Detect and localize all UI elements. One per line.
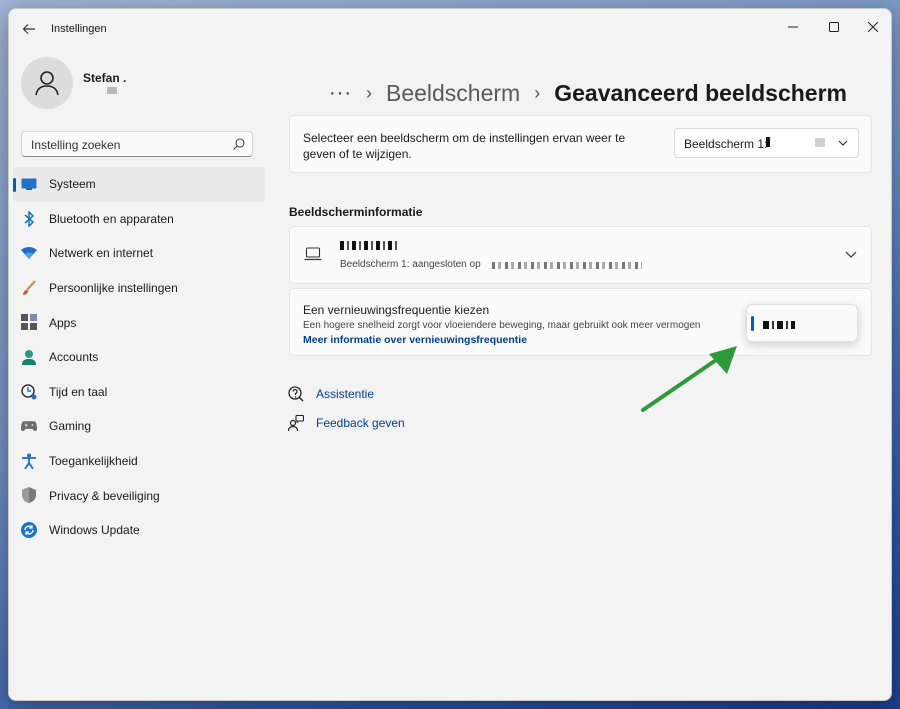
time-language-icon [21, 383, 37, 400]
sidebar-item-label: Apps [49, 315, 77, 330]
sidebar-item-apps[interactable]: Apps [13, 305, 265, 340]
user-email-redacted [107, 87, 117, 94]
title-bar: Instellingen [9, 9, 891, 49]
accessibility-icon [21, 453, 37, 469]
sidebar-item-gaming[interactable]: Gaming [13, 409, 265, 444]
feedback-icon [287, 414, 305, 432]
display-connection-text: Beeldscherm 1: aangesloten op [340, 259, 481, 270]
sidebar-item-tijd-taal[interactable]: Tijd en taal [13, 375, 265, 410]
back-arrow-icon [22, 24, 35, 34]
bluetooth-icon [21, 210, 37, 227]
page-title: Geavanceerd beeldscherm [554, 79, 847, 106]
refresh-rate-title: Een vernieuwingsfrequentie kiezen [303, 303, 490, 317]
chevron-down-icon [838, 140, 848, 146]
settings-window: Instellingen Stefan . Instelling zoeken [8, 8, 892, 701]
search-icon[interactable] [232, 137, 246, 151]
gamepad-icon [21, 418, 37, 434]
sidebar-item-label: Systeem [49, 177, 96, 192]
breadcrumb: ··· › Beeldscherm › Geavanceerd beeldsch… [329, 75, 847, 111]
sidebar-item-label: Netwerk en internet [49, 246, 154, 261]
refresh-rate-description: Een hogere snelheid zorgt voor vloeiende… [303, 320, 701, 331]
redacted-display-name [766, 137, 770, 147]
sidebar-item-label: Bluetooth en apparaten [49, 211, 174, 226]
sidebar-nav: Systeem Bluetooth en apparaten Netwerk e… [13, 167, 265, 548]
minimize-button[interactable] [774, 13, 812, 41]
close-icon [868, 22, 878, 32]
refresh-rate-info-link[interactable]: Meer informatie over vernieuwingsfrequen… [303, 334, 527, 346]
refresh-rate-dropdown[interactable] [746, 304, 858, 342]
sidebar-item-toegankelijkheid[interactable]: Toegankelijkheid [13, 444, 265, 479]
assistance-label: Assistentie [316, 387, 375, 401]
refresh-rate-card: Een vernieuwingsfrequentie kiezen Een ho… [289, 288, 872, 356]
sidebar-item-label: Tijd en taal [49, 384, 108, 399]
section-title: Beeldscherminformatie [289, 205, 423, 219]
display-dropdown[interactable]: Beeldscherm 1: [674, 128, 859, 158]
display-info-card[interactable]: Beeldscherm 1: aangesloten op [289, 226, 872, 284]
apps-icon [21, 314, 37, 331]
app-title: Instellingen [51, 23, 107, 35]
redacted-refresh-rate-value [763, 321, 795, 329]
redacted-adapter-name [492, 262, 642, 269]
breadcrumb-separator: › [534, 82, 541, 103]
breadcrumb-separator: › [365, 82, 372, 103]
sidebar-item-label: Windows Update [49, 523, 140, 538]
assistance-link[interactable]: Assistentie [287, 385, 374, 403]
sidebar-item-label: Privacy & beveiliging [49, 488, 160, 503]
accounts-icon [21, 349, 37, 365]
sidebar-item-label: Gaming [49, 419, 92, 434]
chevron-down-icon[interactable] [845, 250, 857, 258]
sidebar-item-accounts[interactable]: Accounts [13, 340, 265, 375]
sidebar-item-bluetooth[interactable]: Bluetooth en apparaten [13, 202, 265, 237]
update-icon [21, 521, 37, 538]
sidebar-item-persoonlijk[interactable]: Persoonlijke instellingen [13, 271, 265, 306]
redacted-display-name [815, 138, 825, 147]
display-select-card: Selecteer een beeldscherm om de instelli… [289, 115, 872, 173]
user-name: Stefan . [83, 71, 127, 85]
annotation-arrow-icon [641, 346, 737, 412]
settings-search[interactable]: Instelling zoeken [21, 131, 253, 157]
sidebar-item-label: Accounts [49, 350, 99, 365]
back-button[interactable] [19, 20, 39, 38]
shield-icon [21, 487, 37, 504]
wifi-icon [21, 245, 37, 261]
maximize-button[interactable] [815, 13, 853, 41]
help-icon [287, 385, 305, 403]
sidebar-item-windows-update[interactable]: Windows Update [13, 513, 265, 548]
system-icon [21, 176, 37, 192]
sidebar-item-systeem[interactable]: Systeem [13, 167, 265, 202]
display-select-description: Selecteer een beeldscherm om de instelli… [303, 131, 626, 161]
person-icon [35, 71, 59, 96]
close-button[interactable] [854, 13, 891, 41]
search-input[interactable]: Instelling zoeken [31, 138, 120, 152]
sidebar-item-label: Persoonlijke instellingen [49, 281, 178, 296]
sidebar-item-netwerk[interactable]: Netwerk en internet [13, 236, 265, 271]
breadcrumb-more-button[interactable]: ··· [329, 82, 352, 105]
sidebar-item-label: Toegankelijkheid [49, 454, 138, 469]
maximize-icon [829, 22, 839, 32]
sidebar-item-privacy[interactable]: Privacy & beveiliging [13, 478, 265, 513]
display-dropdown-label: Beeldscherm 1: [684, 137, 768, 151]
breadcrumb-parent-link[interactable]: Beeldscherm [386, 80, 520, 107]
feedback-link[interactable]: Feedback geven [287, 414, 405, 432]
avatar[interactable] [21, 57, 73, 109]
laptop-icon [304, 247, 322, 261]
brush-icon [21, 279, 37, 296]
minimize-icon [788, 26, 798, 28]
feedback-label: Feedback geven [316, 416, 405, 430]
redacted-display-model [340, 241, 400, 250]
